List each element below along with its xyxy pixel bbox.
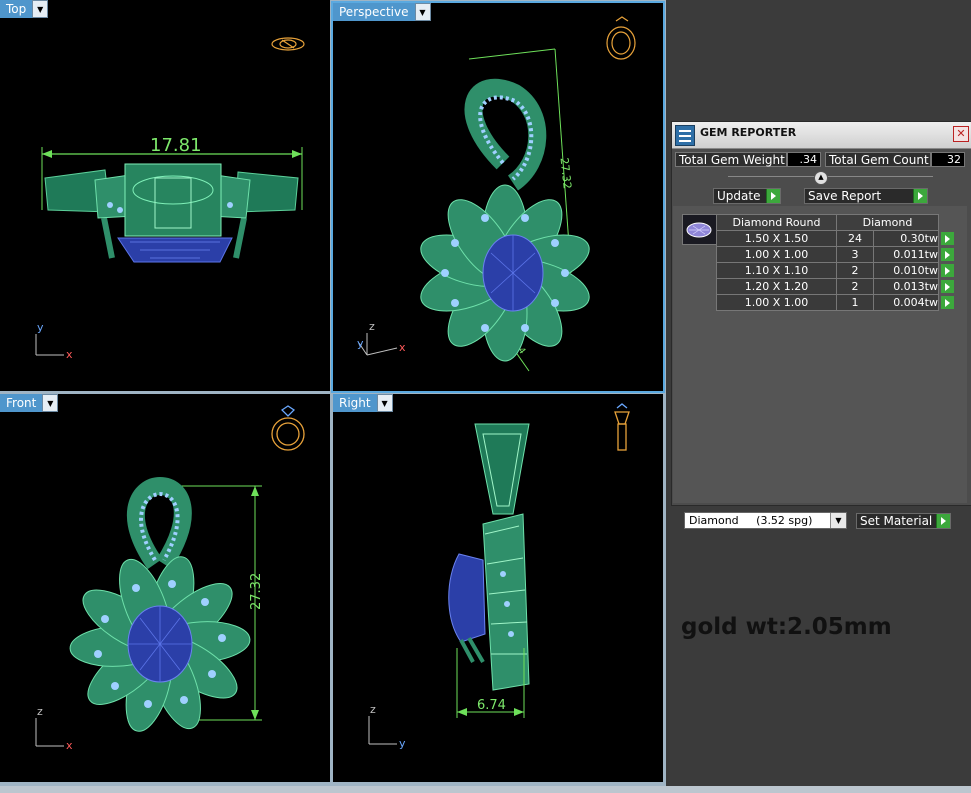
panel-splitter — [728, 176, 933, 177]
collapse-toggle-icon[interactable]: ▲ — [814, 171, 828, 185]
gem-reporter-titlebar[interactable]: GEM REPORTER ✕ — [672, 122, 971, 149]
chevron-down-icon[interactable]: ▼ — [42, 394, 59, 412]
gem-size: 1.00 X 1.00 — [716, 246, 837, 263]
set-material-button[interactable]: Set Material — [856, 513, 951, 529]
front-view-drawing: 27.32 z x — [35, 405, 305, 752]
ring-preview-icon — [271, 37, 305, 51]
gem-weight: 0.010tw — [872, 262, 940, 279]
gem-weight: 0.004tw — [872, 294, 940, 311]
set-material-button-label: Set Material — [860, 514, 933, 528]
axis-x-label: x — [66, 348, 73, 361]
gem-table: Diamond Round Diamond 1.50 X 1.50 24 0.3… — [716, 214, 956, 311]
chevron-down-icon[interactable]: ▼ — [414, 3, 431, 21]
material-select-value: Diamond (3.52 spg) — [689, 514, 813, 527]
axis-z-label: z — [37, 705, 43, 718]
row-play-icon[interactable] — [939, 231, 956, 247]
ring-preview-icon — [271, 405, 305, 451]
viewport-top[interactable]: Top ▼ 17.81 y x — [0, 0, 330, 391]
viewport-label: Perspective — [333, 3, 415, 21]
front-dimension-label: 27.32 — [249, 573, 264, 610]
table-row: 1.20 X 1.20 2 0.013tw — [716, 278, 956, 295]
top-dimension-label: 17.81 — [150, 135, 202, 156]
viewport-tab-perspective[interactable]: Perspective ▼ — [333, 3, 431, 21]
table-row: 1.50 X 1.50 24 0.30tw — [716, 230, 956, 247]
gem-thumbnail-icon — [682, 214, 717, 245]
gem-count: 3 — [836, 246, 874, 263]
total-gem-weight-value: .34 — [787, 152, 821, 167]
viewport-label: Top — [0, 0, 33, 18]
viewport-right[interactable]: Right ▼ 6.74 z y — [333, 394, 663, 782]
perspective-dim-a: 27.32 — [558, 157, 574, 190]
update-button-label: Update — [717, 189, 761, 203]
update-button[interactable]: Update — [713, 188, 781, 204]
axis-z-label: z — [369, 320, 375, 333]
chevron-down-icon[interactable]: ▼ — [376, 394, 393, 412]
gem-size: 1.20 X 1.20 — [716, 278, 837, 295]
axis-z-label: z — [370, 703, 376, 716]
total-gem-count-label: Total Gem Count — [825, 152, 931, 167]
viewport-perspective[interactable]: Perspective ▼ 27.32 5.14 — [331, 1, 665, 393]
gem-size: 1.50 X 1.50 — [716, 230, 837, 247]
column-header: Diamond — [836, 214, 939, 231]
gem-count: 24 — [836, 230, 874, 247]
row-play-icon[interactable] — [939, 295, 956, 311]
row-play-icon[interactable] — [939, 247, 956, 263]
total-gem-weight-label: Total Gem Weight — [675, 152, 787, 167]
chevron-down-icon[interactable]: ▼ — [830, 513, 846, 528]
gem-weight: 0.013tw — [872, 278, 940, 295]
perspective-view-drawing: 27.32 5.14 — [357, 16, 636, 372]
play-arrow-icon — [913, 189, 927, 203]
top-view-drawing: 17.81 y x — [35, 37, 305, 361]
gem-reporter-logo-icon — [675, 125, 695, 146]
gem-size: 1.10 X 1.10 — [716, 262, 837, 279]
status-strip — [0, 786, 971, 793]
right-dimension-label: 6.74 — [477, 698, 506, 713]
ring-preview-icon — [606, 16, 636, 60]
ring-preview-icon — [614, 403, 630, 451]
viewport-tab-top[interactable]: Top ▼ — [0, 0, 49, 18]
viewport-label: Front — [0, 394, 43, 412]
chevron-down-icon[interactable]: ▼ — [32, 0, 49, 18]
viewport-tab-front[interactable]: Front ▼ — [0, 394, 59, 412]
axis-y-label: y — [37, 321, 44, 334]
play-arrow-icon — [766, 189, 780, 203]
viewport-tab-right[interactable]: Right ▼ — [333, 394, 393, 412]
table-row: 1.00 X 1.00 1 0.004tw — [716, 294, 956, 311]
table-row: 1.00 X 1.00 3 0.011tw — [716, 246, 956, 263]
gem-count: 1 — [836, 294, 874, 311]
play-arrow-icon — [936, 514, 950, 528]
axis-x-label: x — [399, 341, 406, 354]
total-gem-count-value: 32 — [931, 152, 965, 167]
gem-size: 1.00 X 1.00 — [716, 294, 837, 311]
save-report-button[interactable]: Save Report — [804, 188, 928, 204]
gem-reporter-title: GEM REPORTER — [700, 126, 797, 139]
viewport-label: Right — [333, 394, 377, 412]
close-icon[interactable]: ✕ — [953, 126, 969, 142]
gem-count: 2 — [836, 262, 874, 279]
gem-count: 2 — [836, 278, 874, 295]
material-select[interactable]: Diamond (3.52 spg) ▼ — [684, 512, 847, 529]
viewport-front[interactable]: Front ▼ 27.32 z x — [0, 394, 330, 782]
row-play-icon[interactable] — [939, 263, 956, 279]
axis-y-label: y — [357, 337, 364, 350]
gem-weight: 0.011tw — [872, 246, 940, 263]
table-row: 1.10 X 1.10 2 0.010tw — [716, 262, 956, 279]
axis-x-label: x — [66, 739, 73, 752]
gold-weight-note: gold wt:2.05mm — [681, 614, 892, 640]
column-header: Diamond Round — [716, 214, 837, 231]
save-report-button-label: Save Report — [808, 189, 882, 203]
row-play-icon[interactable] — [939, 279, 956, 295]
axis-y-label: y — [399, 737, 406, 750]
gem-weight: 0.30tw — [872, 230, 940, 247]
right-view-drawing: 6.74 z y — [368, 403, 630, 750]
